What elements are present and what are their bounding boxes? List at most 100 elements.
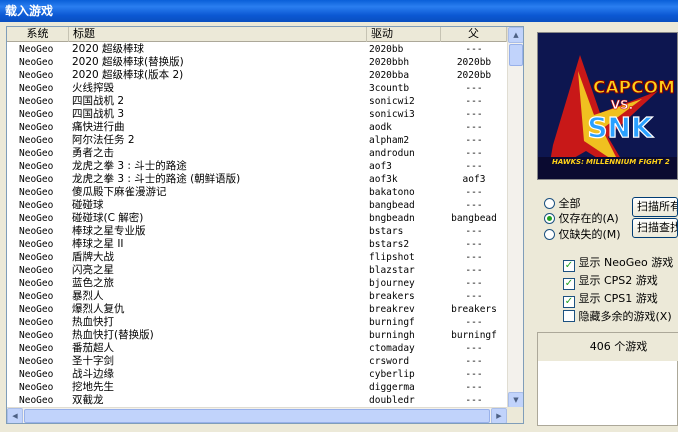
table-row[interactable]: NeoGeo 碰碰球(C 解密) bngbeadn bangbead	[7, 212, 507, 225]
cell-driver: bakatono	[369, 187, 415, 198]
cell-system: NeoGeo	[19, 226, 54, 237]
cell-system: NeoGeo	[19, 96, 54, 107]
column-header-system[interactable]: 系统	[7, 27, 69, 42]
show-neogeo-option[interactable]: ✓ 显示 NeoGeo 游戏	[563, 255, 673, 272]
cell-parent: ---	[465, 382, 483, 393]
scan-all-button[interactable]: 扫描所有	[632, 197, 678, 217]
table-row[interactable]: NeoGeo 圣十字剑 crsword ---	[7, 355, 507, 368]
table-row[interactable]: NeoGeo 碰碰球 bangbead ---	[7, 199, 507, 212]
cell-parent: ---	[465, 291, 483, 302]
table-row[interactable]: NeoGeo 闪亮之星 blazstar ---	[7, 264, 507, 277]
filter-existing-option[interactable]: 仅存在的(A)	[544, 211, 619, 227]
table-row[interactable]: NeoGeo 四国战机 3 sonicwi3 ---	[7, 108, 507, 121]
show-cps1-option[interactable]: ✓ 显示 CPS1 游戏	[563, 291, 658, 308]
cell-parent: burningf	[451, 330, 497, 341]
scroll-down-button[interactable]: ▼	[508, 392, 523, 408]
cell-driver: burningh	[369, 330, 415, 341]
table-row[interactable]: NeoGeo 阿尔法任务 2 alpham2 ---	[7, 134, 507, 147]
column-header-parent[interactable]: 父	[441, 27, 507, 42]
cell-title: 傻瓜殿下麻雀漫游记	[72, 186, 167, 198]
table-row[interactable]: NeoGeo 傻瓜殿下麻雀漫游记 bakatono ---	[7, 186, 507, 199]
table-row[interactable]: NeoGeo 热血快打(替换版) burningh burningf	[7, 329, 507, 342]
column-header-title[interactable]: 标题	[69, 27, 367, 42]
table-row[interactable]: NeoGeo 番茄超人 ctomaday ---	[7, 342, 507, 355]
cell-system: NeoGeo	[19, 122, 54, 133]
table-row[interactable]: NeoGeo 2020 超级棒球(替换版) 2020bbh 2020bb	[7, 56, 507, 69]
cell-parent: ---	[465, 356, 483, 367]
horizontal-scrollbar[interactable]: ◀ ▶	[7, 407, 507, 423]
cell-parent: 2020bb	[456, 57, 492, 68]
show-cps2-checkbox[interactable]: ✓	[563, 278, 575, 290]
table-row[interactable]: NeoGeo 2020 超级棒球(版本 2) 2020bba 2020bb	[7, 69, 507, 82]
scan-search-button[interactable]: 扫描查找	[632, 218, 678, 238]
filter-all-option[interactable]: 全部	[544, 196, 581, 212]
horizontal-scroll-thumb[interactable]	[24, 409, 490, 423]
cell-title: 双截龙	[72, 394, 104, 406]
scroll-right-button[interactable]: ▶	[491, 408, 507, 423]
cell-driver: 2020bba	[369, 70, 410, 81]
cell-system: NeoGeo	[19, 213, 54, 224]
hide-extra-option[interactable]: 隐藏多余的游戏(X)	[563, 309, 672, 325]
table-row[interactable]: NeoGeo 火线搾毁 3countb ---	[7, 82, 507, 95]
table-row[interactable]: NeoGeo 暴烈人 breakers ---	[7, 290, 507, 303]
preview-artwork: CAPCOM VS. SNK HAWKS: MILLENNIUM FIGHT 2	[538, 33, 677, 179]
filter-missing-option[interactable]: 仅缺失的(M)	[544, 227, 621, 243]
filter-missing-radio[interactable]	[544, 229, 555, 240]
table-row[interactable]: NeoGeo 龙虎之拳 3 : 斗士的路途 (朝鲜语版) aof3k aof3	[7, 173, 507, 186]
table-row[interactable]: NeoGeo 龙虎之拳 3 : 斗士的路途 aof3 ---	[7, 160, 507, 173]
cell-system: NeoGeo	[19, 330, 54, 341]
table-row[interactable]: NeoGeo 痛快进行曲 aodk ---	[7, 121, 507, 134]
table-row[interactable]: NeoGeo 勇者之击 androdun ---	[7, 147, 507, 160]
table-row[interactable]: NeoGeo 棒球之星专业版 bstars ---	[7, 225, 507, 238]
table-row[interactable]: NeoGeo 双截龙 doubledr ---	[7, 394, 507, 407]
table-row[interactable]: NeoGeo 挖地先生 diggerma ---	[7, 381, 507, 394]
table-row[interactable]: NeoGeo 棒球之星 II bstars2 ---	[7, 238, 507, 251]
filter-existing-radio[interactable]	[544, 213, 555, 224]
vertical-scroll-thumb[interactable]	[509, 44, 523, 66]
cell-parent: ---	[465, 278, 483, 289]
scrollbar-corner	[507, 407, 523, 423]
table-row[interactable]: NeoGeo 四国战机 2 sonicwi2 ---	[7, 95, 507, 108]
cell-parent: ---	[465, 135, 483, 146]
column-header-driver[interactable]: 驱动	[367, 27, 441, 42]
table-row[interactable]: NeoGeo 热血快打 burningf ---	[7, 316, 507, 329]
cell-driver: bjourney	[369, 278, 415, 289]
cell-title: 热血快打	[72, 316, 114, 328]
cell-title: 棒球之星 II	[72, 238, 124, 250]
cell-title: 2020 超级棒球(替换版)	[72, 56, 184, 68]
cell-system: NeoGeo	[19, 148, 54, 159]
game-list[interactable]: 系统 标题 驱动 父 NeoGeo 2020 超级棒球 2020bb --- NeoGe…	[6, 26, 524, 424]
cell-title: 2020 超级棒球	[72, 43, 145, 55]
vertical-scrollbar[interactable]: ▲ ▼	[507, 27, 523, 408]
cell-driver: alpham2	[369, 135, 410, 146]
filter-all-radio[interactable]	[544, 198, 555, 209]
cell-system: NeoGeo	[19, 304, 54, 315]
show-cps2-option[interactable]: ✓ 显示 CPS2 游戏	[563, 273, 658, 290]
table-row[interactable]: NeoGeo 爆烈人复仇 breakrev breakers	[7, 303, 507, 316]
preview-tag: HAWKS:	[552, 158, 584, 166]
cell-driver: ctomaday	[369, 343, 415, 354]
cell-system: NeoGeo	[19, 174, 54, 185]
cell-system: NeoGeo	[19, 135, 54, 146]
table-row[interactable]: NeoGeo 战斗边缘 cyberlip ---	[7, 368, 507, 381]
table-row[interactable]: NeoGeo 蓝色之旅 bjourney ---	[7, 277, 507, 290]
show-options-group: ✓ 显示 NeoGeo 游戏 ✓ 显示 CPS2 游戏 ✓ 显示 CPS1 游戏…	[555, 252, 678, 328]
cell-parent: 2020bb	[456, 70, 492, 81]
cell-parent: ---	[465, 122, 483, 133]
table-row[interactable]: NeoGeo 2020 超级棒球 2020bb ---	[7, 43, 507, 56]
cell-parent: ---	[465, 343, 483, 354]
cell-system: NeoGeo	[19, 343, 54, 354]
hide-extra-checkbox[interactable]	[563, 310, 575, 322]
scroll-left-button[interactable]: ◀	[7, 408, 23, 423]
cell-driver: burningf	[369, 317, 415, 328]
cell-driver: bangbead	[369, 200, 415, 211]
show-neogeo-checkbox[interactable]: ✓	[563, 260, 575, 272]
table-row[interactable]: NeoGeo 盾牌大战 flipshot ---	[7, 251, 507, 264]
cell-title: 番茄超人	[72, 342, 114, 354]
filter-missing-label: 仅缺失的(M)	[558, 228, 621, 241]
hide-extra-label: 隐藏多余的游戏(X)	[578, 310, 672, 323]
scroll-up-button[interactable]: ▲	[508, 27, 523, 43]
cell-system: NeoGeo	[19, 356, 54, 367]
show-cps1-checkbox[interactable]: ✓	[563, 296, 575, 308]
preview-logo-top: CAPCOM	[593, 78, 675, 98]
